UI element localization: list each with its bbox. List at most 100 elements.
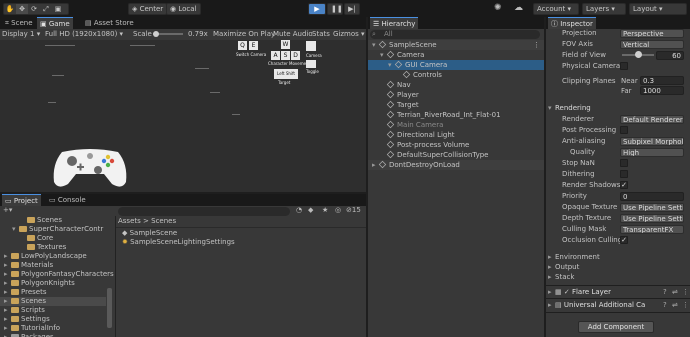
quality-dropdown[interactable]: High [620,148,684,157]
chevron-right-icon[interactable]: ▸ [4,324,11,333]
more-options-icon[interactable]: ⋮ [682,288,689,296]
urp-camera-data-component[interactable]: ▸ ▤ Universal Additional Ca [548,300,645,310]
project-folder-item[interactable]: ▸ Materials [0,261,106,270]
project-folder-item[interactable]: ▸ LowPolyLandscape [0,252,106,261]
hierarchy-item[interactable]: Main Camera [368,120,544,130]
preset-icon[interactable]: ⇌ [672,288,678,296]
more-options-icon[interactable]: ⋮ [682,301,689,309]
help-icon[interactable]: ? [663,288,667,296]
hierarchy-item[interactable]: Nav [368,80,544,90]
hierarchy-item[interactable]: Directional Light [368,130,544,140]
hidden-packages-icon[interactable]: ◎ [335,206,341,214]
search-by-type-icon[interactable]: ◔ [296,206,302,214]
project-folder-item[interactable]: ▸ Packages [0,333,106,337]
depth-texture-dropdown[interactable]: Use Pipeline Setti [620,214,684,223]
chevron-right-icon[interactable]: ▸ [4,315,11,324]
flare-layer-component[interactable]: ▸ ▦ ✓ Flare Layer [548,287,611,297]
chevron-down-icon[interactable]: ▾ [372,40,379,50]
search-by-label-icon[interactable]: ◆ [308,206,313,214]
dithering-checkbox[interactable] [620,170,628,178]
maximize-on-play-toggle[interactable]: Maximize On Play [213,29,275,39]
opaque-texture-dropdown[interactable]: Use Pipeline Setti [620,203,684,212]
project-folder-item[interactable]: ▸ PolygonKnights [0,279,106,288]
chevron-right-icon[interactable]: ▸ [4,306,11,315]
project-folder-item[interactable]: ▸ Scripts [0,306,106,315]
fov-axis-dropdown[interactable]: Vertical [620,40,684,49]
tab-scene[interactable]: ⌗ Scene [2,17,36,29]
project-folder-item[interactable]: ▾ SuperCharacterContr [0,225,106,234]
collab-icon[interactable]: ✺ [494,3,502,13]
hierarchy-item[interactable]: DefaultSuperCollisionType [368,150,544,160]
rect-tool-icon[interactable]: ▣ [52,4,64,14]
chevron-down-icon[interactable]: ▾ [380,50,387,60]
chevron-right-icon[interactable]: ▸ [4,261,11,270]
chevron-down-icon[interactable]: ▾ [388,60,395,70]
add-asset-icon[interactable]: +▾ [3,206,12,214]
project-folder-item[interactable]: Textures [0,243,106,252]
chevron-right-icon[interactable]: ▸ [4,333,11,337]
add-component-button[interactable]: Add Component [578,321,654,333]
scale-tool-icon[interactable]: ⤢ [40,4,52,14]
account-dropdown[interactable]: Account ▾ [533,3,579,15]
stop-nan-checkbox[interactable] [620,159,628,167]
project-folder-item[interactable]: Scenes [0,216,106,225]
play-button[interactable]: ▶ [308,3,326,15]
output-foldout[interactable]: ▸ Output [548,262,579,272]
stack-foldout[interactable]: ▸ Stack [548,272,574,282]
projection-dropdown[interactable]: Perspective [620,29,684,38]
gizmos-dropdown[interactable]: Gizmos ▾ [333,29,365,39]
hierarchy-item[interactable]: Controls [368,70,544,80]
chevron-down-icon[interactable]: ▾ [12,225,19,234]
scrollbar[interactable] [107,288,112,328]
render-shadows-checkbox[interactable]: ✓ [620,181,628,189]
mute-audio-toggle[interactable]: Mute Audio [273,29,313,39]
fov-field[interactable]: 60 [656,51,684,60]
culling-mask-dropdown[interactable]: TransparentFX [620,225,684,234]
project-folder-item[interactable]: ▸ Scenes [0,297,106,306]
file-item[interactable]: ✹ SampleSceneLightingSettings [122,237,235,247]
priority-field[interactable]: 0 [620,192,684,201]
help-icon[interactable]: ? [663,301,667,309]
display-dropdown[interactable]: Display 1 ▾ [2,29,40,39]
chevron-right-icon[interactable]: ▸ [4,288,11,297]
pivot-center-button[interactable]: ◈ Center [128,3,168,15]
layout-dropdown[interactable]: Layout ▾ [629,3,687,15]
chevron-right-icon[interactable]: ▸ [4,252,11,261]
hierarchy-item[interactable]: Target [368,100,544,110]
far-field[interactable]: 1000 [640,86,684,95]
pivot-local-button[interactable]: ◉ Local [166,3,201,15]
project-folder-item[interactable]: ▸ PolygonFantasyCharacters [0,270,114,279]
tab-console[interactable]: ▭ Console [46,194,89,206]
occlusion-culling-checkbox[interactable]: ✓ [620,236,628,244]
preset-icon[interactable]: ⇌ [672,301,678,309]
project-folder-item[interactable]: ▸ Presets [0,288,106,297]
game-view[interactable]: Q E Switch Camera W A S D Character Move… [0,40,366,192]
renderer-dropdown[interactable]: Default Renderer [620,115,684,124]
chevron-right-icon[interactable]: ▸ [4,279,11,288]
chevron-right-icon[interactable]: ▸ [4,297,11,306]
hierarchy-item[interactable]: ▾ SampleScene ⋮ [368,40,544,50]
tab-project[interactable]: ▭ Project [2,194,41,206]
post-processing-checkbox[interactable] [620,126,628,134]
physical-camera-checkbox[interactable] [620,62,628,70]
pause-button[interactable]: ❚❚ [327,3,343,15]
anti-aliasing-dropdown[interactable]: Subpixel Morphol [620,137,684,146]
favorite-icon[interactable]: ★ [322,206,328,214]
fov-slider-handle[interactable] [635,51,642,58]
chevron-right-icon[interactable]: ▸ [4,270,11,279]
stats-toggle[interactable]: Stats [312,29,330,39]
hierarchy-item[interactable]: ▸ DontDestroyOnLoad [368,160,544,170]
more-options-icon[interactable]: ⋮ [533,40,540,50]
hierarchy-item[interactable]: ▾ Camera [368,50,544,60]
resolution-dropdown[interactable]: Full HD (1920x1080) ▾ [45,29,123,39]
hierarchy-item[interactable]: ▾ GUI Camera [368,60,544,70]
near-field[interactable]: 0.3 [640,76,684,85]
rotate-tool-icon[interactable]: ⟳ [28,4,40,14]
chevron-right-icon[interactable]: ▸ [372,160,379,170]
step-button[interactable]: ▶| [344,3,360,15]
tab-asset-store[interactable]: ▤ Asset Store [82,17,137,29]
project-folder-item[interactable]: ▸ TutorialInfo [0,324,106,333]
layers-dropdown[interactable]: Layers ▾ [582,3,626,15]
environment-foldout[interactable]: ▸ Environment [548,252,600,262]
hand-tool-icon[interactable]: ✋ [4,4,16,14]
